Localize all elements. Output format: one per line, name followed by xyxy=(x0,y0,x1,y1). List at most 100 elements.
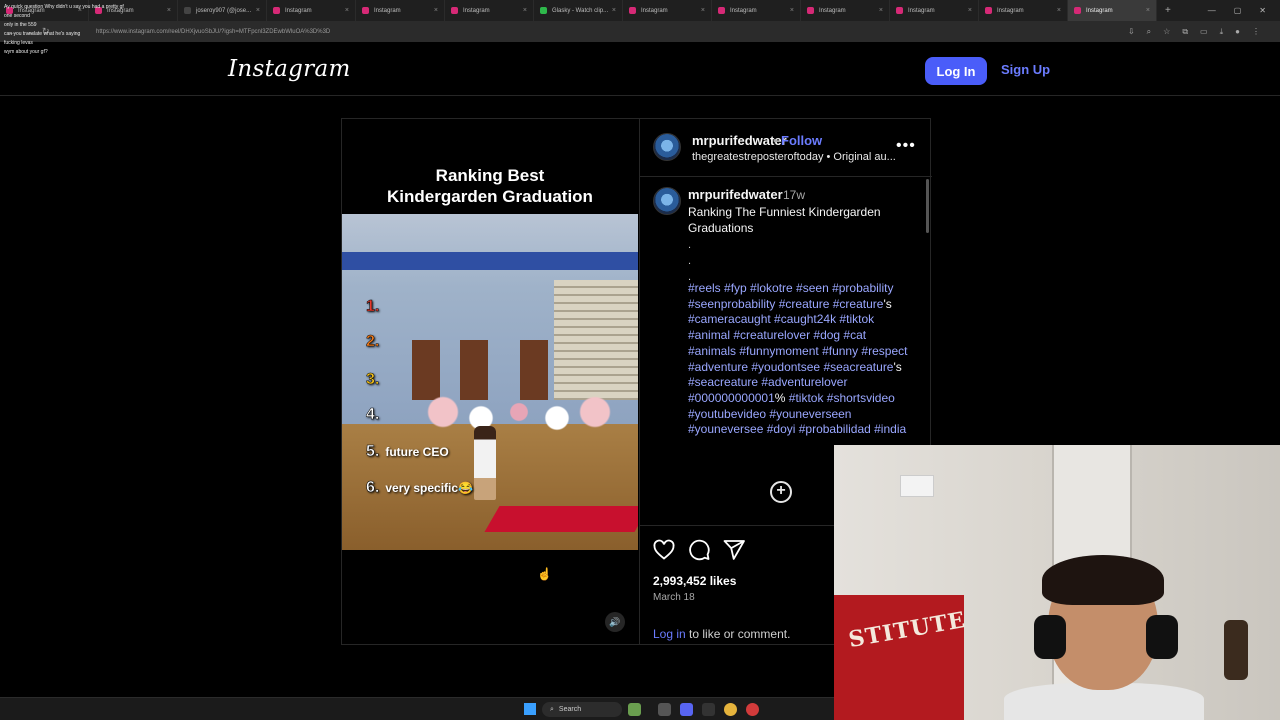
address-bar: ← → ↻ https://www.instagram.com/reel/DHX… xyxy=(0,21,1280,42)
sidebar-icon[interactable]: ▭ xyxy=(1200,27,1208,37)
task-view-icon[interactable] xyxy=(658,703,671,716)
close-tab-icon[interactable]: × xyxy=(434,7,438,14)
rank-number: 6. xyxy=(366,479,380,497)
close-tab-icon[interactable]: × xyxy=(790,7,794,14)
search-icon: ⌕ xyxy=(550,705,554,713)
avatar[interactable] xyxy=(653,133,681,161)
minimize-icon[interactable]: — xyxy=(1208,6,1216,15)
caption-scrollbar[interactable] xyxy=(926,179,929,233)
star-icon[interactable]: ☆ xyxy=(1163,27,1170,37)
browser-tab[interactable]: Instagram × xyxy=(801,0,890,21)
close-tab-icon[interactable]: × xyxy=(968,7,972,14)
gym-door xyxy=(460,340,488,400)
audio-attribution[interactable]: thegreatestreposteroftoday • Original au… xyxy=(692,151,896,163)
close-tab-icon[interactable]: × xyxy=(1057,7,1061,14)
caption-text: Ranking The Funniest Kindergarden Gradua… xyxy=(688,205,881,235)
rank-label: very specific😂 xyxy=(385,481,473,495)
log-in-button[interactable]: Log In xyxy=(925,57,987,85)
video-title-overlay: Ranking Best Kindergarden Graduation xyxy=(342,165,638,207)
download-icon[interactable]: ⤓ xyxy=(1220,27,1224,37)
video-title-line-1: Ranking Best xyxy=(435,166,545,185)
widgets-icon[interactable] xyxy=(628,703,641,716)
more-options-icon[interactable]: ••• xyxy=(896,137,916,155)
browser-tab[interactable]: Instagram × xyxy=(890,0,979,21)
discord-icon[interactable] xyxy=(680,703,693,716)
browser-tab[interactable]: Instagram × xyxy=(267,0,356,21)
close-tab-icon[interactable]: × xyxy=(523,7,527,14)
separator-dot: • xyxy=(773,133,778,148)
like-count: 2,993,452 likes xyxy=(653,574,737,588)
browser-tab-label: Instagram xyxy=(285,7,312,14)
browser-tab[interactable]: joseroy907 (@jose... × xyxy=(178,0,267,21)
sign-up-link[interactable]: Sign Up xyxy=(1001,62,1050,77)
reel-video[interactable]: Ranking Best Kindergarden Graduation 1. 2… xyxy=(342,119,638,644)
browser-tools: ⇩ ⌕ ☆ ⧉ ▭ ⤓ ● ⋮ xyxy=(1128,27,1260,37)
seated-children xyxy=(424,394,614,454)
follow-button[interactable]: Follow xyxy=(781,133,822,148)
app-icon[interactable] xyxy=(702,703,715,716)
browser-tab[interactable]: Instagram × xyxy=(445,0,534,21)
close-tab-icon[interactable]: × xyxy=(879,7,883,14)
browser-tab-label: Instagram xyxy=(641,7,668,14)
chat-message: only in the 559 xyxy=(4,21,174,30)
video-frame xyxy=(342,214,638,550)
hashtag-group[interactable]: #reels #fyp #lokotre #seen #probability … xyxy=(688,281,893,311)
close-tab-icon[interactable]: × xyxy=(612,7,616,14)
chat-message: can you translate what he's saying xyxy=(4,30,174,39)
windows-start-icon[interactable] xyxy=(524,703,536,715)
install-icon[interactable]: ⇩ xyxy=(1128,27,1135,37)
maximize-icon[interactable]: ▢ xyxy=(1234,6,1242,15)
comment-icon[interactable] xyxy=(687,538,711,562)
webcam-overlay: STITUTE xyxy=(834,445,1280,720)
webcam-banner: STITUTE xyxy=(834,595,968,720)
bleachers xyxy=(554,280,638,400)
browser-tab[interactable]: Instagram × xyxy=(979,0,1068,21)
taskbar-search[interactable]: ⌕ Search xyxy=(542,702,622,717)
rank-item: 2. xyxy=(366,333,385,351)
rank-item: 4. xyxy=(366,406,385,424)
browser-tab[interactable]: Glasky - Watch clip... × xyxy=(534,0,623,21)
hashtags: #reels #fyp #lokotre #seen #probability … xyxy=(688,281,914,438)
instagram-icon xyxy=(1074,7,1081,14)
close-tab-icon[interactable]: × xyxy=(1146,7,1150,14)
instagram-icon xyxy=(718,7,725,14)
browser-tab[interactable]: Instagram × xyxy=(1068,0,1157,21)
caption-text-fragment: % xyxy=(774,390,786,405)
login-link[interactable]: Log in xyxy=(653,627,686,641)
close-tab-icon[interactable]: × xyxy=(701,7,705,14)
new-tab-button[interactable]: + xyxy=(1165,5,1171,16)
browser-tab-label: Instagram xyxy=(908,7,935,14)
streamer xyxy=(1004,555,1204,720)
rank-item: 1. xyxy=(366,298,385,316)
share-icon[interactable] xyxy=(722,538,746,562)
instagram-logo[interactable]: Instagram xyxy=(228,56,351,82)
red-carpet xyxy=(484,506,638,532)
browser-tab[interactable]: Instagram × xyxy=(623,0,712,21)
rank-item: 5. future CEO xyxy=(366,443,449,461)
load-more-comments-icon[interactable]: + xyxy=(770,481,792,503)
chrome-icon[interactable] xyxy=(724,703,737,716)
browser-tab-strip: Instagram × Instagram × joseroy907 (@jose...… xyxy=(0,0,1280,21)
caption-text-fragment: 's xyxy=(893,359,902,374)
browser-tab[interactable]: Instagram × xyxy=(712,0,801,21)
close-tab-icon[interactable]: × xyxy=(256,7,260,14)
obs-icon[interactable] xyxy=(746,703,759,716)
hashtag-group[interactable]: #cameracaught #caught24k #tiktok #animal… xyxy=(688,312,907,373)
profile-icon[interactable]: ● xyxy=(1235,27,1240,37)
rank-number: 3. xyxy=(366,371,380,389)
rank-number: 5. xyxy=(366,443,380,461)
caption-username[interactable]: mrpurifedwater xyxy=(688,187,783,202)
menu-icon[interactable]: ⋮ xyxy=(1252,27,1260,37)
comment-prompt-text: to like or comment. xyxy=(685,627,791,641)
browser-tab[interactable]: Instagram × xyxy=(356,0,445,21)
instagram-icon xyxy=(273,7,280,14)
avatar[interactable] xyxy=(653,187,681,215)
close-icon[interactable]: ✕ xyxy=(1259,6,1266,15)
sound-toggle-icon[interactable]: 🔊 xyxy=(605,612,625,632)
webcam-sticker xyxy=(900,475,934,497)
like-heart-icon[interactable] xyxy=(652,538,676,562)
zoom-icon[interactable]: ⌕ xyxy=(1147,27,1151,37)
close-tab-icon[interactable]: × xyxy=(345,7,349,14)
extensions-icon[interactable]: ⧉ xyxy=(1182,27,1188,37)
post-date: March 18 xyxy=(653,592,695,603)
